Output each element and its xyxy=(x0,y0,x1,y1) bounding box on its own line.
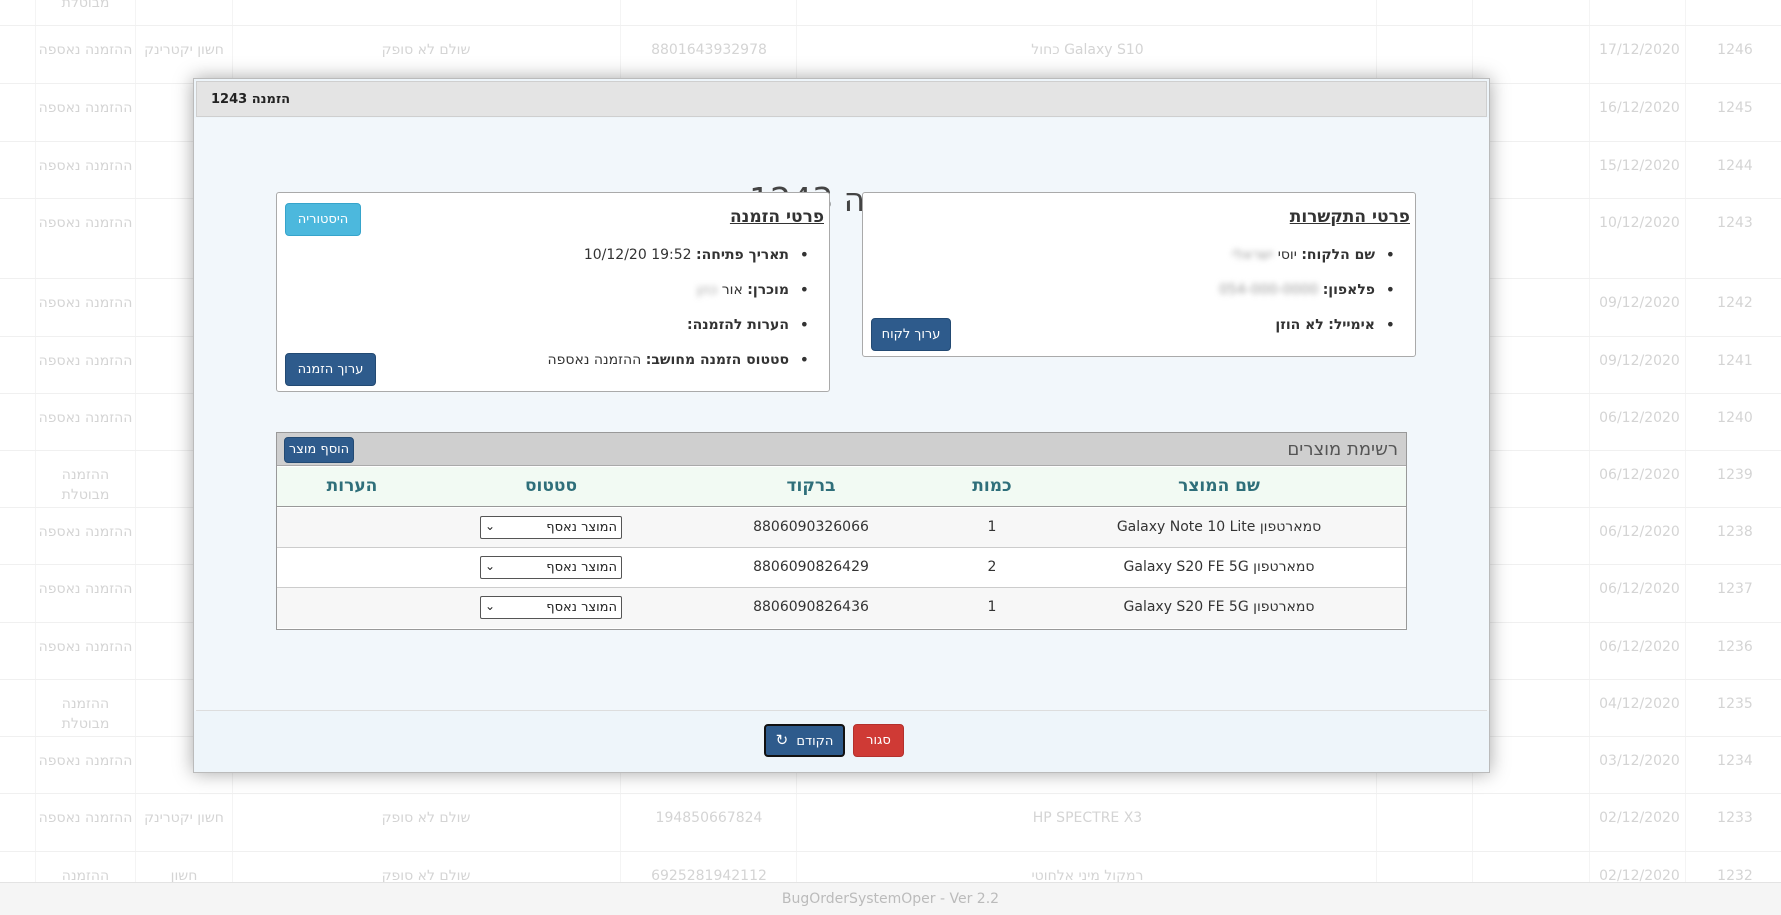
product-status-select[interactable]: המוצר נאסף ⌄ xyxy=(480,556,622,579)
chevron-down-icon: ⌄ xyxy=(485,599,496,613)
column-header-product-name[interactable]: שם המוצר xyxy=(1109,476,1329,496)
product-name-cell: סמארטפון Galaxy S20 FE 5G xyxy=(1123,559,1315,575)
refresh-button[interactable]: הקודם ↻ xyxy=(764,724,845,757)
history-button[interactable]: היסטוריה xyxy=(285,203,361,236)
email-item: אימייל: לא הוזן xyxy=(1219,315,1397,350)
add-product-button[interactable]: הוסף מוצר xyxy=(284,437,354,463)
modal-window-title: הזמנה 1243 xyxy=(211,92,291,107)
computed-status-label: סטטוס הזמנה מחושב: xyxy=(645,352,789,368)
table-row: סמארטפון Galaxy Note 10 Lite 1 880609032… xyxy=(277,508,1406,548)
refresh-button-label: הקודם xyxy=(796,734,834,749)
product-status-select[interactable]: המוצר נאסף ⌄ xyxy=(480,596,622,619)
seller-value: אור xyxy=(721,282,743,298)
table-row: סמארטפון Galaxy S20 FE 5G 2 880609082642… xyxy=(277,548,1406,588)
order-details-list: תאריך פתיחה: 19:52 10/12/20 מוכרן: אור כ… xyxy=(548,245,811,385)
email-value: לא הוזן xyxy=(1275,317,1324,333)
product-status-value: המוצר נאסף xyxy=(546,600,617,615)
email-label: אימייל: xyxy=(1328,317,1375,333)
column-header-quantity[interactable]: כמות xyxy=(937,476,1047,496)
products-table: רשימת מוצרים הוסף מוצר שם המוצר כמות ברק… xyxy=(276,432,1407,630)
products-table-header: רשימת מוצרים הוסף מוצר xyxy=(277,433,1406,466)
product-status-value: המוצר נאסף xyxy=(546,560,617,575)
computed-status-value: ההזמנה נאספה xyxy=(547,352,642,368)
customer-lastname-blurred: ישראלי xyxy=(1231,247,1274,263)
product-status-select[interactable]: המוצר נאסף ⌄ xyxy=(480,516,622,539)
column-header-notes[interactable]: הערות xyxy=(297,476,407,496)
order-notes-label: הערות להזמנה: xyxy=(687,317,789,333)
refresh-icon: ↻ xyxy=(775,731,789,749)
edit-customer-button[interactable]: ערוך לקוח xyxy=(871,318,951,351)
app-footer: BugOrderSystemOper - Ver 2.2 xyxy=(0,882,1781,915)
seller-item: מוכרן: אור כהן xyxy=(548,280,811,315)
phone-value-blurred: 054-000-0000 xyxy=(1219,282,1319,298)
seller-lastname-blurred: כהן xyxy=(696,282,718,298)
modal-footer-divider xyxy=(196,710,1487,711)
customer-name-label: שם הלקוח: xyxy=(1301,247,1375,263)
barcode-cell: 8806090326066 xyxy=(753,519,869,535)
chevron-down-icon: ⌄ xyxy=(485,519,496,533)
order-details-panel: פרטי הזמנה תאריך פתיחה: 19:52 10/12/20 מ… xyxy=(276,192,830,392)
contact-details-title: פרטי התקשרות xyxy=(1289,207,1410,227)
table-row: סמארטפון Galaxy S20 FE 5G 1 880609082643… xyxy=(277,588,1406,628)
open-date-label: תאריך פתיחה: xyxy=(696,247,789,263)
barcode-cell: 8806090826429 xyxy=(753,559,869,575)
order-details-title: פרטי הזמנה xyxy=(729,207,824,227)
contact-details-list: שם הלקוח: יוסי ישראלי פלאפון: 054-000-00… xyxy=(1219,245,1397,350)
phone-label: פלאפון: xyxy=(1322,282,1375,298)
products-table-title: רשימת מוצרים xyxy=(1287,439,1398,460)
computed-status-item: סטטוס הזמנה מחושב: ההזמנה נאספה xyxy=(548,350,811,385)
close-button[interactable]: סגור xyxy=(853,724,904,757)
barcode-cell: 8806090826436 xyxy=(753,599,869,615)
open-date-value: 19:52 10/12/20 xyxy=(583,247,692,263)
chevron-down-icon: ⌄ xyxy=(485,559,496,573)
phone-item: פלאפון: 054-000-0000 xyxy=(1219,280,1397,315)
modal-titlebar[interactable]: הזמנה 1243 xyxy=(196,81,1487,117)
quantity-cell: 1 xyxy=(987,519,997,535)
edit-order-button[interactable]: ערוך הזמנה xyxy=(285,353,376,386)
product-name-cell: סמארטפון Galaxy S20 FE 5G xyxy=(1123,599,1315,615)
order-modal: הזמנה 1243 הזמנה 1243 פרטי התקשרות שם הל… xyxy=(193,78,1490,773)
seller-label: מוכרן: xyxy=(747,282,789,298)
quantity-cell: 1 xyxy=(987,599,997,615)
quantity-cell: 2 xyxy=(987,559,997,575)
column-header-barcode[interactable]: ברקוד xyxy=(731,476,891,496)
order-notes-item: הערות להזמנה: xyxy=(548,315,811,350)
customer-name-item: שם הלקוח: יוסי ישראלי xyxy=(1219,245,1397,280)
products-table-columns: שם המוצר כמות ברקוד סטטוס הערות xyxy=(277,467,1406,507)
contact-details-panel: פרטי התקשרות שם הלקוח: יוסי ישראלי פלאפו… xyxy=(862,192,1416,357)
column-header-status[interactable]: סטטוס xyxy=(481,476,621,496)
product-name-cell: סמארטפון Galaxy Note 10 Lite xyxy=(1116,519,1322,535)
open-date-item: תאריך פתיחה: 19:52 10/12/20 xyxy=(548,245,811,280)
product-status-value: המוצר נאסף xyxy=(546,520,617,535)
customer-name-value: יוסי xyxy=(1277,247,1297,263)
